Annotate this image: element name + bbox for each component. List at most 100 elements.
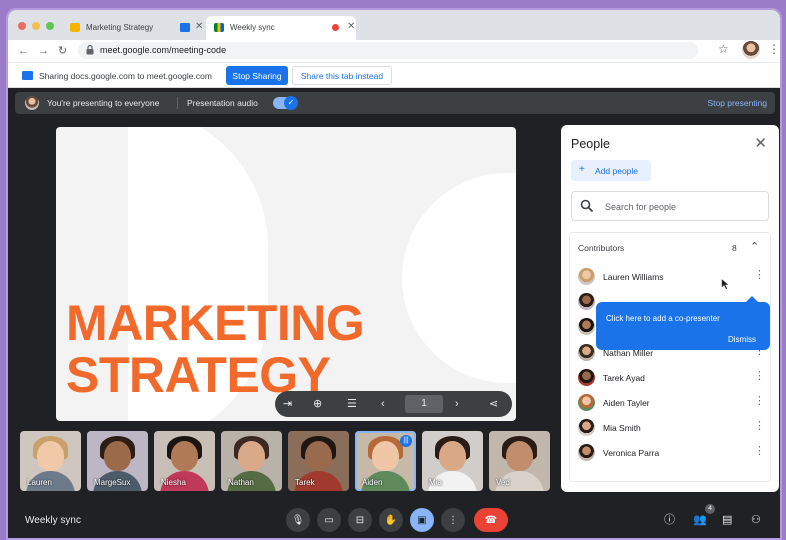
participant-name: Lauren — [27, 478, 52, 487]
activities-icon[interactable]: ⚇ — [751, 513, 761, 527]
minimize-window-button[interactable] — [32, 22, 40, 30]
stop-presenting-link[interactable]: Stop presenting — [707, 98, 767, 108]
lock-icon — [86, 45, 94, 55]
stop-sharing-button[interactable]: Stop Sharing — [226, 66, 288, 85]
slide-page-number[interactable]: 1 — [405, 395, 443, 413]
reload-icon[interactable]: ↻ — [58, 43, 67, 59]
sharing-bar: Sharing docs.google.com to meet.google.c… — [8, 62, 780, 88]
present-icon: ▣ — [417, 514, 427, 526]
list-item[interactable]: Veronica Parra ⋮ — [578, 442, 768, 464]
more-options-icon[interactable]: ⋮ — [754, 268, 765, 281]
recording-icon — [332, 24, 339, 31]
maximize-window-button[interactable] — [46, 22, 54, 30]
participant-tile[interactable]: Niesha — [154, 431, 215, 491]
slide-title: MARKETING STRATEGY — [66, 297, 365, 401]
tab-close-icon[interactable]: ✕ — [195, 21, 203, 32]
list-item[interactable]: Mia Smith ⋮ — [578, 417, 768, 439]
present-button[interactable]: ▣ — [410, 508, 434, 532]
captions-icon: ⊟ — [355, 514, 365, 526]
close-window-button[interactable] — [18, 22, 26, 30]
camera-button[interactable]: ▭ — [317, 508, 341, 532]
participant-name: Tarek — [295, 478, 315, 487]
contributors-count: 8 — [732, 243, 737, 253]
sharing-icon — [180, 23, 190, 32]
add-people-label: Add people — [595, 166, 639, 176]
microphone-button[interactable]: 🎙 — [286, 508, 310, 532]
forward-icon[interactable]: → — [38, 43, 49, 59]
share-this-tab-button[interactable]: Share this tab instead — [292, 66, 392, 85]
presentation-audio-label: Presentation audio — [187, 98, 258, 108]
bookmark-star-icon[interactable]: ☆ — [718, 42, 729, 56]
avatar — [578, 318, 595, 335]
close-icon[interactable]: ✕ — [754, 134, 767, 152]
participant-tile[interactable]: Tarek — [288, 431, 349, 491]
tab-close-icon[interactable]: ✕ — [347, 21, 355, 32]
browser-menu-icon[interactable]: ⋮ — [768, 42, 780, 56]
person-name: Lauren Williams — [603, 272, 664, 282]
speaking-icon: ||| — [400, 435, 412, 447]
panel-title: People — [571, 137, 610, 151]
tab-marketing-strategy[interactable]: Marketing Strategy ✕ — [62, 16, 204, 40]
presentation-audio-toggle[interactable]: ✓ — [273, 96, 298, 110]
search-placeholder: Search for people — [605, 202, 677, 212]
screen-share-icon — [22, 71, 33, 80]
meeting-controls-bar: Weekly sync 🎙 ▭ ⊟ ✋ ▣ ⋮ ☎ ⓘ 👥 4 ▤ ⚇ — [8, 498, 780, 538]
presentation-slide: MARKETING STRATEGY — [56, 127, 516, 421]
avatar — [578, 344, 595, 361]
list-item[interactable]: Lauren Williams ⋮ — [578, 266, 768, 288]
camera-icon: ▭ — [324, 514, 334, 526]
people-icon[interactable]: 👥 — [693, 513, 707, 527]
add-co-presenter-icon[interactable]: ⊕ — [313, 396, 322, 412]
more-options-icon[interactable]: ⋮ — [754, 444, 765, 457]
avatar — [578, 419, 595, 436]
participant-tile[interactable]: Nathan — [221, 431, 282, 491]
check-icon: ✓ — [284, 96, 298, 110]
more-options-icon[interactable]: ⋮ — [754, 419, 765, 432]
phone-hangup-icon: ☎ — [484, 514, 498, 526]
share-icon[interactable]: ⋖ — [489, 396, 498, 412]
more-options-icon[interactable]: ⋮ — [754, 369, 765, 382]
slides-icon — [70, 23, 80, 32]
profile-avatar[interactable] — [742, 41, 760, 59]
avatar — [578, 444, 595, 461]
dismiss-button[interactable]: Dismiss — [728, 335, 756, 344]
raise-hand-button[interactable]: ✋ — [379, 508, 403, 532]
participant-face — [104, 441, 131, 471]
list-item[interactable]: Tarek Ayad ⋮ — [578, 367, 768, 389]
tab-title: Weekly sync — [230, 23, 275, 32]
more-options-icon[interactable]: ⋮ — [754, 394, 765, 407]
participant-face — [372, 441, 399, 471]
participant-tile[interactable]: Lauren — [20, 431, 81, 491]
info-icon[interactable]: ⓘ — [664, 513, 675, 527]
participant-tile[interactable]: Ved — [489, 431, 550, 491]
person-name: Mia Smith — [603, 423, 641, 433]
captions-button[interactable]: ⊟ — [348, 508, 372, 532]
search-people-input[interactable]: Search for people — [571, 191, 769, 221]
add-person-icon: + — [579, 164, 585, 175]
participant-name: Ved — [496, 478, 510, 487]
people-count-badge: 4 — [705, 504, 715, 514]
chevron-up-icon[interactable]: ⌃ — [750, 240, 759, 253]
back-icon[interactable]: ← — [18, 43, 29, 59]
tab-weekly-sync[interactable]: Weekly sync ✕ — [206, 16, 356, 40]
participant-tile[interactable]: Mia — [422, 431, 483, 491]
list-item[interactable]: Aiden Tayler ⋮ — [578, 392, 768, 414]
chat-icon[interactable]: ▤ — [722, 513, 732, 527]
participant-tile-active[interactable]: ||| Aiden — [355, 431, 416, 491]
participant-tile[interactable]: MargeSux — [87, 431, 148, 491]
more-options-button[interactable]: ⋮ — [441, 508, 465, 532]
participant-face — [238, 441, 265, 471]
add-people-button[interactable]: + Add people — [571, 160, 651, 181]
next-slide-icon[interactable]: › — [455, 396, 459, 412]
participant-face — [37, 441, 64, 471]
end-call-button[interactable]: ☎ — [474, 508, 508, 532]
notes-icon[interactable]: ☰ — [347, 396, 357, 412]
address-bar[interactable]: meet.google.com/meeting-code — [78, 42, 698, 59]
participant-face — [506, 441, 533, 471]
participant-name: MargeSux — [94, 478, 131, 487]
contributors-section: Contributors 8 ⌃ Lauren Williams ⋮ Natha… — [569, 232, 771, 482]
person-name: Aiden Tayler — [603, 398, 650, 408]
participant-name: Niesha — [161, 478, 186, 487]
exit-icon[interactable]: ⇥ — [283, 396, 292, 412]
previous-slide-icon[interactable]: ‹ — [381, 396, 385, 412]
